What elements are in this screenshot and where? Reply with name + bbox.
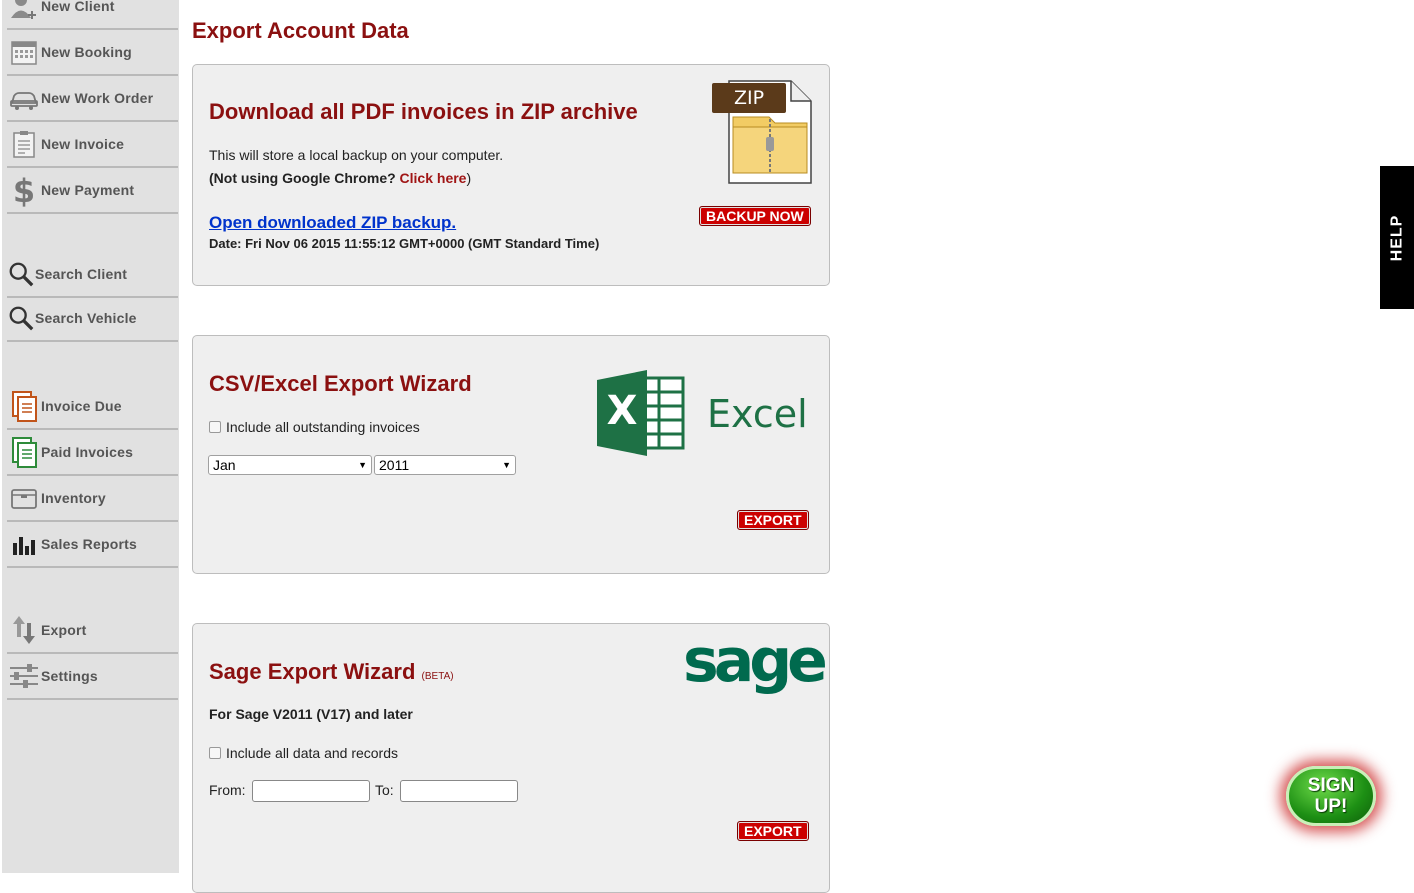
chrome-note: (Not using Google Chrome? Click here) [209, 170, 471, 186]
zip-panel-description: This will store a local backup on your c… [209, 147, 504, 163]
sidebar-item-search-vehicle[interactable]: Search Vehicle [7, 296, 178, 342]
sidebar-item-label: Search Client [35, 266, 128, 282]
sidebar-item-inventory[interactable]: Inventory [7, 476, 178, 522]
magnifier-icon [7, 257, 35, 291]
sidebar-item-label: Inventory [41, 490, 106, 506]
backup-date: Date: Fri Nov 06 2015 11:55:12 GMT+0000 … [209, 236, 600, 251]
sidebar: New Client New Booking New Work Order Ne… [2, 0, 179, 873]
csv-excel-export-panel: CSV/Excel Export Wizard Include all outs… [192, 335, 830, 574]
zip-backup-panel: Download all PDF invoices in ZIP archive… [192, 64, 830, 286]
dollar-icon: $ [7, 173, 41, 207]
chrome-note-prefix: (Not using Google Chrome? [209, 170, 400, 186]
sidebar-item-new-payment[interactable]: $ New Payment [7, 168, 178, 214]
excel-x-glyph: X [606, 388, 638, 434]
sidebar-item-label: Sales Reports [41, 536, 137, 552]
month-select[interactable]: Jan ▼ [208, 455, 372, 475]
click-here-link[interactable]: Click here [400, 170, 467, 186]
user-plus-icon [7, 0, 41, 23]
sidebar-item-search-client[interactable]: Search Client [7, 252, 178, 298]
excel-logo: X Excel [597, 370, 808, 456]
document-green-icon [7, 435, 41, 469]
checkbox-label: Include all data and records [226, 745, 398, 761]
from-date-input[interactable] [252, 780, 370, 802]
sidebar-item-paid-invoices[interactable]: Paid Invoices [7, 430, 178, 476]
sign-up-line1: SIGN [1307, 775, 1355, 796]
csv-panel-title: CSV/Excel Export Wizard [209, 371, 472, 396]
magnifier-icon [7, 301, 35, 335]
sidebar-item-label: Settings [41, 668, 98, 684]
bar-chart-icon [7, 527, 41, 561]
checkbox-label: Include all outstanding invoices [226, 419, 420, 435]
chevron-down-icon: ▼ [502, 460, 511, 470]
sidebar-item-new-client[interactable]: New Client [7, 0, 178, 30]
sign-up-button[interactable]: SIGN UP! [1286, 766, 1376, 826]
sage-version-note: For Sage V2011 (V17) and later [209, 706, 413, 722]
sidebar-item-new-booking[interactable]: New Booking [7, 30, 178, 76]
to-date-input[interactable] [400, 780, 518, 802]
sage-logo: sage [683, 626, 828, 696]
include-all-data-checkbox[interactable] [209, 747, 221, 759]
month-select-value: Jan [213, 457, 236, 473]
sage-panel-title-text: Sage Export Wizard [209, 659, 416, 684]
outstanding-invoices-option: Include all outstanding invoices [209, 419, 420, 435]
beta-badge: (BETA) [421, 671, 454, 682]
year-select-value: 2011 [379, 457, 410, 473]
svg-text:$: $ [13, 173, 35, 207]
include-outstanding-checkbox[interactable] [209, 421, 221, 433]
excel-logo-text: Excel [707, 392, 808, 436]
csv-export-button[interactable]: EXPORT [737, 510, 809, 530]
help-tab-label: HELP [1388, 214, 1406, 261]
zip-panel-title: Download all PDF invoices in ZIP archive [209, 99, 638, 124]
sidebar-item-label: Invoice Due [41, 398, 122, 414]
zip-label: ZIP [733, 87, 765, 109]
sidebar-item-export[interactable]: Export [7, 608, 178, 654]
sidebar-item-settings[interactable]: Settings [7, 654, 178, 700]
help-tab[interactable]: HELP [1380, 166, 1414, 309]
sidebar-item-new-work-order[interactable]: New Work Order [7, 76, 178, 122]
calendar-icon [7, 35, 41, 69]
sidebar-item-invoice-due[interactable]: Invoice Due [7, 384, 178, 430]
sage-panel-title: Sage Export Wizard (BETA) [209, 659, 454, 685]
box-icon [7, 481, 41, 515]
sidebar-item-label: New Client [41, 0, 115, 14]
to-label: To: [375, 782, 394, 798]
sidebar-item-label: New Payment [41, 182, 135, 198]
page-title: Export Account Data [192, 18, 409, 43]
sliders-icon [7, 659, 41, 693]
clipboard-icon [7, 127, 41, 161]
sage-export-panel: Sage Export Wizard (BETA) For Sage V2011… [192, 623, 830, 893]
zip-file-icon: ZIP [711, 79, 815, 187]
up-down-arrows-icon [7, 613, 41, 647]
sidebar-item-label: New Invoice [41, 136, 125, 152]
backup-now-button[interactable]: BACKUP NOW [699, 206, 811, 226]
from-label: From: [209, 782, 246, 798]
sidebar-item-label: Search Vehicle [35, 310, 137, 326]
car-icon [7, 81, 41, 115]
sidebar-item-sales-reports[interactable]: Sales Reports [7, 522, 178, 568]
sidebar-item-label: Export [41, 622, 87, 638]
document-orange-icon [7, 389, 41, 423]
sign-up-line2: UP! [1314, 796, 1348, 817]
include-all-data-option: Include all data and records [209, 745, 398, 761]
chevron-down-icon: ▼ [358, 460, 367, 470]
year-select[interactable]: 2011 ▼ [374, 455, 516, 475]
sage-export-button[interactable]: EXPORT [737, 821, 809, 841]
sidebar-item-label: New Work Order [41, 90, 154, 106]
open-zip-backup-link[interactable]: Open downloaded ZIP backup. [209, 213, 456, 233]
sidebar-item-label: New Booking [41, 44, 132, 60]
chrome-note-suffix: ) [466, 170, 472, 186]
sidebar-item-label: Paid Invoices [41, 444, 134, 460]
sidebar-item-new-invoice[interactable]: New Invoice [7, 122, 178, 168]
